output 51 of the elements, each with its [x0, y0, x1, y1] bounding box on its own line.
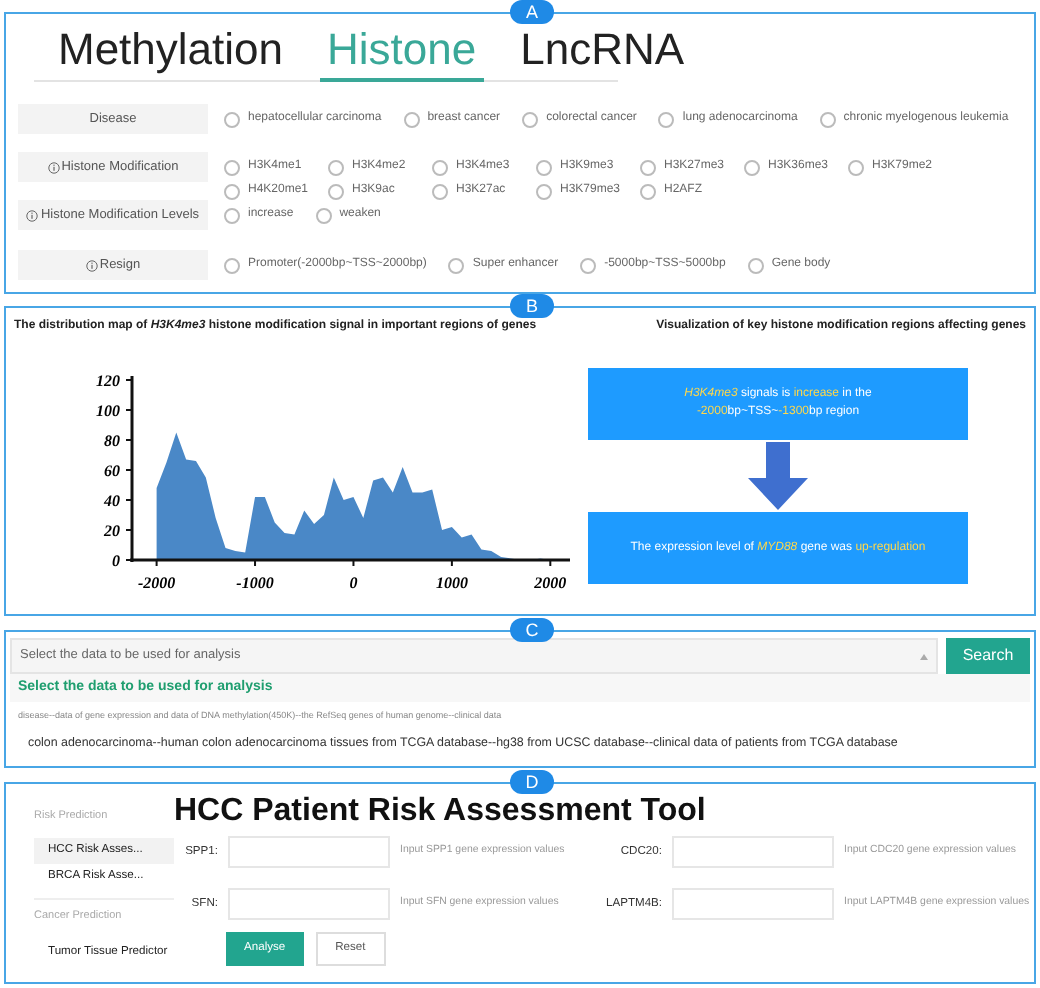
radio-button[interactable]	[640, 183, 656, 199]
radio-button[interactable]	[536, 183, 552, 199]
radio-button[interactable]	[522, 111, 539, 127]
radio-button[interactable]	[315, 207, 332, 223]
radio-button[interactable]	[819, 111, 836, 127]
radio-button[interactable]	[432, 183, 448, 199]
y-tick-label: 40	[104, 492, 120, 510]
x-tick-label: 0	[349, 574, 358, 592]
radio-button[interactable]	[580, 257, 597, 273]
y-tick-label: 20	[104, 522, 120, 540]
radio-button[interactable]	[224, 257, 240, 273]
x-tick-label: -2000	[137, 574, 176, 592]
radio-button[interactable]	[224, 183, 240, 199]
radio-button[interactable]	[328, 159, 344, 175]
x-tick-label: 1000	[435, 574, 468, 592]
input-field[interactable]	[228, 888, 390, 920]
radio-button[interactable]	[658, 111, 675, 127]
panel-badge: D	[510, 770, 554, 794]
panel-badge: B	[510, 294, 554, 318]
info-icon	[85, 259, 98, 271]
info-icon	[47, 161, 60, 173]
page-title: HCC Patient Risk Assessment Tool	[174, 792, 708, 832]
input-field[interactable]	[672, 836, 834, 868]
tab[interactable]: Methylation	[50, 22, 292, 82]
input-field[interactable]	[672, 888, 834, 920]
radio-button[interactable]	[224, 159, 240, 175]
x-tick-label: 2000	[534, 574, 567, 592]
panel-badge: A	[510, 0, 554, 24]
radio-button[interactable]	[448, 257, 465, 273]
y-tick-label: 80	[104, 432, 120, 450]
y-tick-label: 60	[104, 462, 120, 480]
radio-button[interactable]	[432, 159, 448, 175]
radio-button[interactable]	[403, 111, 420, 127]
radio-button[interactable]	[744, 159, 760, 175]
input-field[interactable]	[228, 836, 390, 868]
caret-icon	[920, 653, 928, 659]
y-tick-label: 120	[96, 372, 120, 390]
panel-badge: C	[510, 618, 554, 642]
radio-button[interactable]	[848, 159, 864, 175]
radio-button[interactable]	[536, 159, 552, 175]
info-icon	[26, 209, 39, 221]
tab[interactable]: LncRNA	[512, 22, 693, 82]
x-tick-label: -1000	[236, 574, 274, 592]
radio-button[interactable]	[224, 111, 240, 127]
y-tick-label: 0	[112, 552, 120, 570]
radio-button[interactable]	[224, 207, 240, 223]
radio-button[interactable]	[747, 257, 764, 273]
y-tick-label: 100	[96, 402, 120, 420]
down-arrow-icon	[748, 442, 808, 510]
radio-button[interactable]	[328, 183, 344, 199]
radio-button[interactable]	[640, 159, 656, 175]
